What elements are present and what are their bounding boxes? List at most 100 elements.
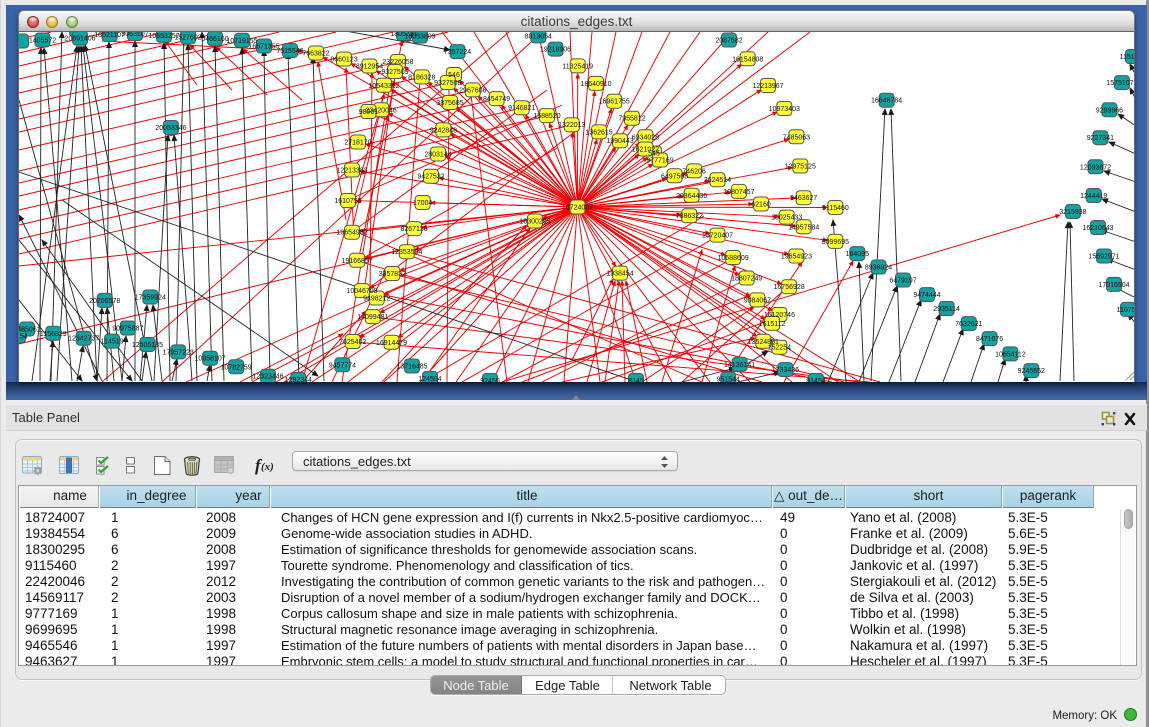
- svg-text:7632621: 7632621: [955, 321, 982, 328]
- svg-text:1610755: 1610755: [334, 198, 361, 205]
- svg-text:8471676: 8471676: [976, 336, 1003, 343]
- svg-text:1362615: 1362615: [585, 129, 612, 136]
- svg-text:114519: 114519: [101, 339, 124, 346]
- svg-text:9242848: 9242848: [430, 127, 457, 134]
- svg-text:12093872: 12093872: [1080, 164, 1111, 171]
- svg-text:7485063: 7485063: [783, 134, 810, 141]
- svg-text:1485061: 1485061: [19, 327, 41, 334]
- svg-text:8454749: 8454749: [483, 96, 510, 103]
- svg-text:16648784: 16648784: [871, 98, 902, 105]
- svg-text:16210643: 16210643: [1082, 225, 1113, 232]
- svg-text:10025433: 10025433: [771, 215, 802, 222]
- svg-text:1156829: 1156829: [40, 331, 67, 338]
- svg-text:17004: 17004: [413, 200, 433, 207]
- svg-text:13716485: 13716485: [396, 364, 427, 371]
- svg-text:8912954: 8912954: [356, 64, 383, 71]
- svg-text:19654923: 19654923: [781, 254, 812, 261]
- svg-text:9084067: 9084067: [744, 297, 771, 304]
- svg-text:10807457: 10807457: [723, 189, 754, 196]
- svg-text:14136141: 14136141: [724, 362, 755, 369]
- svg-text:9463627: 9463627: [790, 195, 817, 202]
- svg-text:16120746: 16120746: [764, 312, 795, 319]
- svg-text:39154: 39154: [19, 334, 28, 341]
- svg-text:1621022: 1621022: [632, 147, 659, 154]
- svg-text:6479197: 6479197: [889, 278, 916, 285]
- svg-text:3857832: 3857832: [379, 271, 406, 278]
- svg-text:9777169: 9777169: [646, 158, 673, 165]
- svg-text:16154808: 16154808: [732, 56, 763, 63]
- svg-text:15751074: 15751074: [1106, 80, 1135, 87]
- svg-text:10958107: 10958107: [195, 356, 226, 363]
- svg-text:81454: 81454: [806, 378, 826, 382]
- svg-text:16961755: 16961755: [599, 99, 630, 106]
- svg-text:2935114: 2935114: [933, 306, 960, 313]
- svg-text:19654982: 19654982: [336, 230, 367, 237]
- svg-text:8267130: 8267130: [400, 226, 427, 233]
- svg-text:(x): (x): [261, 461, 274, 473]
- svg-text:9227341: 9227341: [1087, 135, 1114, 142]
- svg-text:9245652: 9245652: [1018, 368, 1045, 375]
- svg-text:9327508: 9327508: [434, 80, 461, 87]
- svg-text:2967608: 2967608: [459, 87, 486, 94]
- svg-text:164095: 164095: [846, 251, 869, 258]
- svg-text:7955812: 7955812: [618, 116, 645, 123]
- svg-text:1405572: 1405572: [29, 38, 56, 45]
- svg-text:9327509: 9327509: [381, 69, 408, 76]
- svg-text:1990443: 1990443: [606, 138, 633, 145]
- svg-text:12505135: 12505135: [132, 342, 163, 349]
- svg-text:9063107: 9063107: [121, 32, 148, 38]
- svg-text:8938924: 8938924: [865, 265, 892, 272]
- svg-text:18640910: 18640910: [580, 81, 611, 88]
- svg-text:8099695: 8099695: [822, 239, 849, 246]
- svg-text:10973403: 10973403: [769, 106, 800, 113]
- svg-text:18300295: 18300295: [519, 219, 550, 226]
- svg-text:2718170: 2718170: [344, 140, 371, 147]
- svg-text:16033809: 16033809: [404, 34, 435, 41]
- svg-text:23226058: 23226058: [382, 59, 413, 66]
- svg-text:8813054: 8813054: [525, 33, 552, 40]
- svg-text:12342737: 12342737: [68, 336, 99, 343]
- svg-text:12323446: 12323446: [252, 374, 283, 381]
- svg-text:62160: 62160: [751, 202, 771, 209]
- svg-text:7357224: 7357224: [444, 49, 471, 56]
- svg-text:15692971: 15692971: [1088, 254, 1119, 261]
- svg-text:746206: 746206: [682, 168, 705, 175]
- svg-text:90975887: 90975887: [112, 326, 143, 333]
- svg-text:8186328: 8186328: [408, 74, 435, 81]
- svg-text:9498212: 9498212: [363, 296, 390, 303]
- svg-text:1615112: 1615112: [759, 321, 786, 328]
- svg-text:10782759: 10782759: [221, 364, 252, 371]
- svg-text:3624514: 3624514: [704, 177, 731, 184]
- svg-text:10543362: 10543362: [368, 83, 399, 90]
- svg-text:1244419: 1244419: [1080, 193, 1107, 200]
- svg-text:1588520: 1588520: [533, 113, 560, 120]
- svg-text:12975125: 12975125: [785, 164, 816, 171]
- svg-text:3875685: 3875685: [436, 100, 463, 107]
- svg-text:18724007: 18724007: [562, 205, 593, 212]
- svg-text:2803144: 2803144: [424, 152, 451, 159]
- svg-text:12213383: 12213383: [336, 168, 367, 175]
- svg-text:9427532: 9427532: [417, 174, 444, 181]
- svg-text:10654112: 10654112: [995, 351, 1026, 358]
- svg-text:9146821: 9146821: [508, 105, 535, 112]
- svg-text:17359924: 17359924: [135, 295, 166, 302]
- svg-text:7515546: 7515546: [276, 48, 303, 55]
- svg-text:9115460: 9115460: [822, 205, 849, 212]
- svg-text:12353594: 12353594: [391, 249, 422, 256]
- svg-text:17957223: 17957223: [163, 349, 194, 356]
- svg-text:7663822: 7663822: [302, 51, 329, 58]
- svg-text:8660123: 8660123: [330, 57, 357, 64]
- svg-text:15720407: 15720407: [702, 233, 733, 240]
- svg-text:17016504: 17016504: [1098, 282, 1129, 289]
- svg-text:1151475: 1151475: [1120, 54, 1135, 61]
- svg-text:98901: 98901: [359, 109, 379, 116]
- svg-text:20691406: 20691406: [64, 36, 95, 43]
- svg-text:152254: 152254: [768, 345, 791, 352]
- svg-text:11325419: 11325419: [562, 63, 593, 70]
- svg-text:10046708: 10046708: [346, 288, 377, 295]
- svg-text:546: 546: [448, 72, 460, 79]
- svg-text:6466160: 6466160: [201, 36, 228, 43]
- svg-text:124504: 124504: [418, 376, 441, 382]
- svg-text:20364436: 20364436: [676, 193, 707, 200]
- svg-text:1938454: 1938454: [606, 271, 633, 278]
